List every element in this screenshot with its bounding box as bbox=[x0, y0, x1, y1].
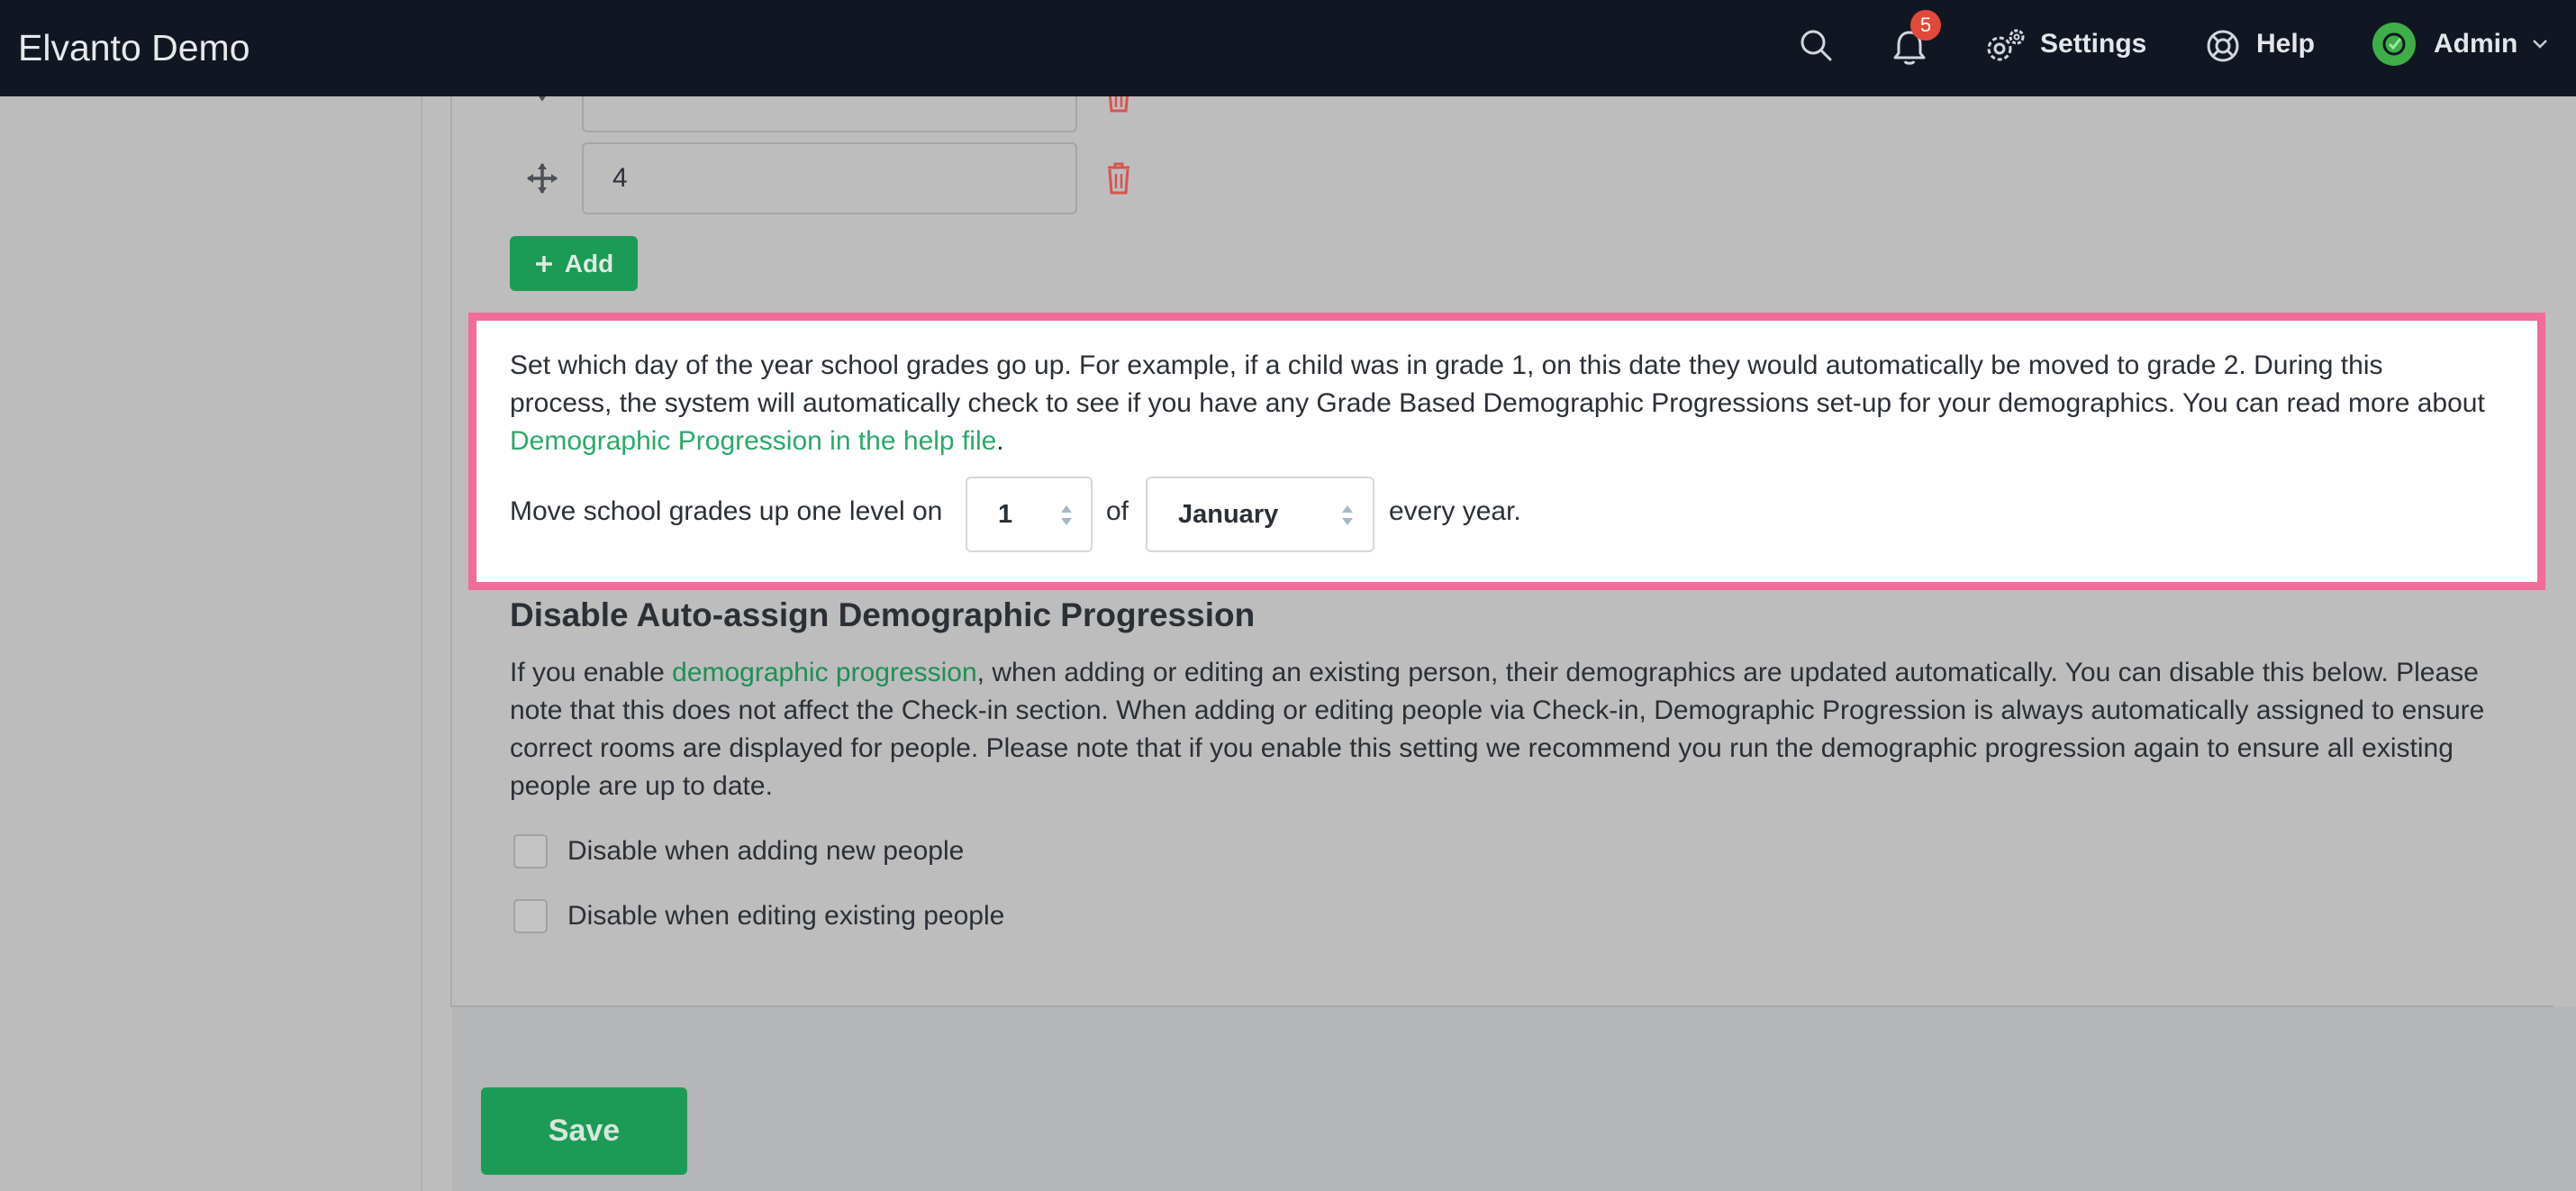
nav-settings-button[interactable]: Settings bbox=[1982, 0, 2153, 96]
day-value: 1 bbox=[998, 500, 1013, 529]
disable-existing-people-checkbox[interactable] bbox=[513, 899, 548, 933]
grade-input[interactable]: 4 bbox=[582, 142, 1077, 214]
checkbox-row-existing-people[interactable]: Disable when editing existing people bbox=[513, 899, 1004, 933]
save-button[interactable]: Save bbox=[481, 1087, 687, 1175]
notifications-badge: 5 bbox=[1910, 10, 1941, 41]
top-navbar: Elvanto Demo bbox=[0, 0, 2576, 96]
plus-icon bbox=[535, 255, 552, 272]
of-label: of bbox=[1106, 496, 1129, 526]
month-value: January bbox=[1178, 500, 1279, 529]
demographic-progression-link[interactable]: demographic progression bbox=[672, 658, 977, 687]
month-select[interactable]: January bbox=[1146, 477, 1374, 552]
brand-title[interactable]: Elvanto Demo bbox=[18, 27, 250, 69]
description-end: . bbox=[996, 426, 1004, 456]
disable-existing-people-label[interactable]: Disable when editing existing people bbox=[567, 901, 1004, 932]
admin-label: Admin bbox=[2434, 29, 2518, 59]
add-grade-button[interactable]: Add bbox=[510, 236, 638, 291]
move-icon[interactable] bbox=[526, 162, 558, 195]
chevron-down-icon bbox=[2533, 40, 2547, 49]
nav-help-button[interactable]: Help bbox=[2205, 0, 2322, 96]
select-arrows-icon bbox=[1342, 505, 1353, 525]
search-icon bbox=[1800, 30, 1832, 61]
gear-icon bbox=[1987, 29, 2025, 61]
auto-assign-description: If you enable demographic progression, w… bbox=[510, 654, 2500, 805]
disable-new-people-checkbox[interactable] bbox=[513, 834, 548, 868]
form-footer bbox=[452, 1007, 2576, 1191]
progression-description: Set which day of the year school grades … bbox=[510, 347, 2491, 460]
nav-admin-menu[interactable]: Admin bbox=[2371, 0, 2560, 96]
select-arrows-icon bbox=[1061, 505, 1072, 525]
help-file-link[interactable]: Demographic Progression in the help file bbox=[510, 426, 996, 456]
avatar bbox=[2372, 23, 2416, 66]
trash-icon[interactable] bbox=[1102, 160, 1135, 196]
settings-label: Settings bbox=[2040, 29, 2147, 59]
checkbox-row-new-people[interactable]: Disable when adding new people bbox=[513, 834, 964, 868]
day-select[interactable]: 1 bbox=[966, 477, 1093, 552]
section-title: Disable Auto-assign Demographic Progress… bbox=[510, 596, 1256, 633]
panel-left-border bbox=[450, 96, 452, 1006]
add-label: Add bbox=[564, 249, 614, 277]
lifebuoy-icon bbox=[2207, 30, 2239, 62]
disable-new-people-label[interactable]: Disable when adding new people bbox=[567, 836, 964, 867]
move-prefix-label: Move school grades up one level on bbox=[510, 496, 943, 526]
left-gutter bbox=[0, 96, 422, 1191]
panel-bottom-border bbox=[450, 1005, 2553, 1007]
nav-search-button[interactable] bbox=[1796, 25, 1836, 65]
check-icon bbox=[2382, 32, 2406, 56]
help-label: Help bbox=[2256, 29, 2316, 59]
description-text: Set which day of the year school grades … bbox=[510, 350, 2485, 418]
every-year-label: every year. bbox=[1389, 496, 1521, 526]
para-text: If you enable bbox=[510, 658, 673, 687]
